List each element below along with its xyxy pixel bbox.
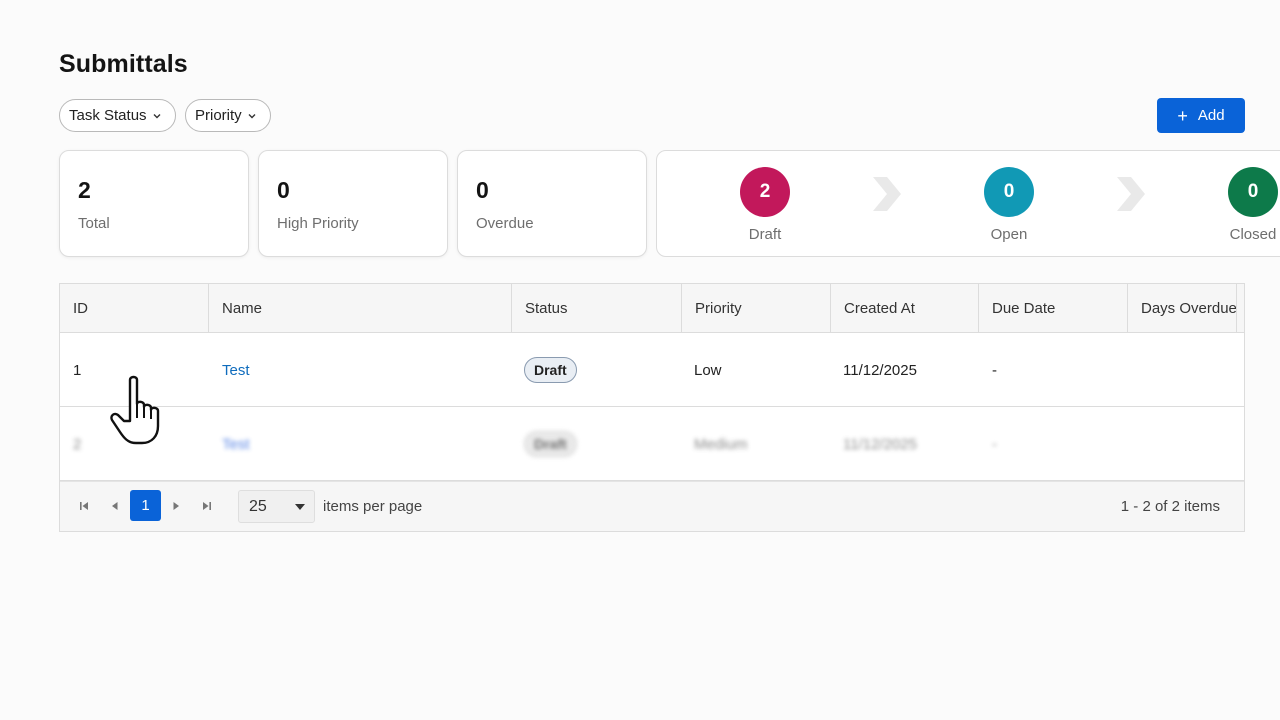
column-header-status[interactable]: Status	[512, 284, 682, 333]
column-header-priority[interactable]: Priority	[682, 284, 831, 333]
chevron-right-icon	[1117, 177, 1145, 211]
task-status-filter[interactable]: Task Status	[59, 99, 176, 132]
pager-info: 1 - 2 of 2 items	[1120, 498, 1220, 515]
task-status-filter-label: Task Status	[69, 107, 147, 124]
priority-filter-label: Priority	[195, 107, 242, 124]
workflow-step-label: Closed	[1229, 226, 1277, 243]
page-size-dropdown[interactable]: 25	[238, 490, 315, 523]
next-page-button[interactable]	[168, 498, 184, 514]
column-header-due-date[interactable]: Due Date	[979, 284, 1128, 333]
chevron-down-icon	[153, 112, 161, 120]
previous-page-icon	[112, 502, 118, 510]
status-badge: Draft	[524, 431, 577, 457]
cell-priority: Low	[694, 361, 722, 379]
page-1-button[interactable]: 1	[130, 490, 161, 521]
workflow-count-badge: 0	[1228, 167, 1278, 217]
workflow-step-label: Draft	[748, 226, 782, 243]
workflow-step-open[interactable]: 0 Open	[959, 167, 1059, 243]
last-page-button[interactable]	[199, 498, 215, 514]
stat-value: 0	[277, 177, 290, 203]
stat-label: High Priority	[277, 215, 359, 232]
table-row[interactable]: 2 Test Draft Medium 11/12/2025 -	[60, 407, 1244, 481]
workflow-count-badge: 2	[740, 167, 790, 217]
last-page-icon	[203, 502, 211, 510]
column-header-name[interactable]: Name	[209, 284, 512, 333]
cell-name-link[interactable]: Test	[222, 407, 250, 481]
column-header-created-at[interactable]: Created At	[831, 284, 979, 333]
cell-id: 1	[73, 361, 82, 379]
stat-value: 2	[78, 177, 91, 203]
chevron-down-icon	[248, 112, 256, 120]
status-badge: Draft	[524, 357, 577, 383]
page-title: Submittals	[59, 50, 188, 78]
status-workflow: 2 Draft 0 Open 0 Closed	[656, 150, 1280, 257]
cell-due-date: -	[992, 361, 997, 379]
priority-filter[interactable]: Priority	[185, 99, 271, 132]
cell-priority: Medium	[694, 435, 748, 453]
stat-card-high-priority: 0 High Priority	[258, 150, 448, 257]
cell-due-date: -	[992, 435, 997, 453]
stat-label: Total	[78, 215, 110, 232]
cell-id: 2	[73, 435, 82, 453]
table-row[interactable]: 1 Test Draft Low 11/12/2025 -	[60, 333, 1244, 407]
next-page-icon	[173, 502, 179, 510]
first-page-icon	[80, 502, 88, 510]
column-header-id[interactable]: ID	[60, 284, 209, 333]
first-page-button[interactable]	[76, 498, 92, 514]
stat-card-overdue: 0 Overdue	[457, 150, 647, 257]
workflow-step-draft[interactable]: 2 Draft	[715, 167, 815, 243]
workflow-step-label: Open	[990, 226, 1028, 243]
cell-name-link[interactable]: Test	[222, 333, 250, 407]
pager: 1 25 items per page 1 - 2 of 2 items	[60, 481, 1244, 531]
plus-icon: +	[1177, 105, 1188, 126]
stat-value: 0	[476, 177, 489, 203]
cell-status: Draft	[524, 333, 577, 407]
stat-label: Overdue	[476, 215, 534, 232]
column-header-days-overdue[interactable]: Days Overdue	[1128, 284, 1237, 333]
add-button[interactable]: + Add	[1157, 98, 1245, 133]
workflow-step-closed[interactable]: 0 Closed	[1203, 167, 1280, 243]
cell-created-at: 11/12/2025	[843, 435, 917, 453]
items-per-page-label: items per page	[323, 498, 423, 515]
workflow-count-badge: 0	[984, 167, 1034, 217]
previous-page-button[interactable]	[107, 498, 123, 514]
stat-card-total: 2 Total	[59, 150, 249, 257]
grid-header: ID Name Status Priority Created At Due D…	[60, 284, 1244, 333]
cell-created-at: 11/12/2025	[843, 361, 917, 379]
caret-down-icon	[295, 504, 305, 510]
submittals-grid: ID Name Status Priority Created At Due D…	[59, 283, 1245, 532]
cell-status: Draft	[524, 407, 577, 481]
page-size-value: 25	[249, 497, 267, 515]
add-button-label: Add	[1197, 107, 1225, 124]
chevron-right-icon	[873, 177, 901, 211]
